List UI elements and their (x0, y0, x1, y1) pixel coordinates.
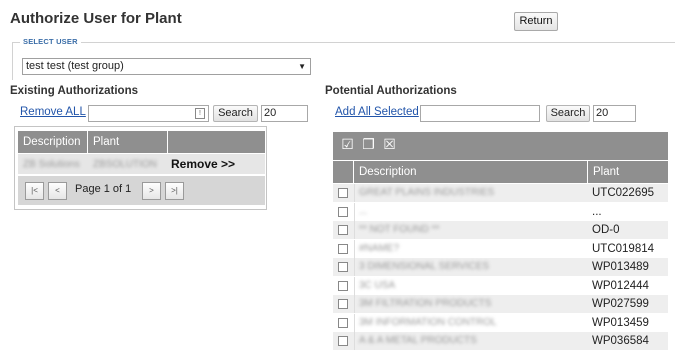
column-divider (354, 332, 355, 350)
potential-grid-header: Description Plant (333, 161, 668, 183)
row-checkbox[interactable] (338, 299, 348, 309)
potential-search-input[interactable] (420, 105, 540, 122)
select-all-icon[interactable]: ☑ (339, 136, 356, 153)
select-page-icon[interactable]: ❐ (360, 136, 377, 153)
row-description: 3 DIMENSIONAL SERVICES (359, 261, 490, 272)
remove-button[interactable]: Remove >> (171, 157, 235, 171)
column-divider (354, 313, 355, 332)
row-plant: WP036584 (592, 335, 649, 347)
dropdown-arrow-icon: ▼ (298, 62, 306, 71)
row-description: A & A METAL PRODUCTS (359, 335, 477, 346)
existing-row-plant: ZBSOLUTION (93, 159, 157, 170)
deselect-icon[interactable]: ☒ (381, 136, 398, 153)
row-description: 3C USA (359, 279, 396, 291)
potential-page-size-input[interactable]: 20 (593, 105, 636, 122)
existing-grid-header: Description Plant (18, 131, 265, 153)
next-page-button[interactable]: > (142, 182, 161, 200)
potential-authorizations-title: Potential Authorizations (325, 85, 457, 97)
row-checkbox[interactable] (338, 336, 348, 346)
existing-col-plant[interactable]: Plant (88, 131, 168, 153)
last-page-button[interactable]: >| (165, 182, 184, 200)
select-user-legend: SELECT USER (20, 37, 81, 46)
existing-col-description[interactable]: Description (18, 131, 88, 153)
row-checkbox[interactable] (338, 243, 348, 254)
row-description: 3M INFORMATION CONTROL (359, 316, 497, 328)
row-plant: WP012444 (592, 279, 649, 292)
row-plant: UTC022695 (592, 187, 655, 199)
column-divider (354, 258, 355, 276)
row-description: 3M FILTRATION PRODUCTS (359, 298, 492, 309)
column-divider (354, 276, 355, 295)
row-checkbox[interactable] (338, 206, 348, 217)
prev-page-button[interactable]: < (48, 182, 67, 200)
column-divider (354, 239, 355, 258)
row-checkbox[interactable] (338, 188, 348, 198)
table-row[interactable]: 3M FILTRATION PRODUCTS WP027599 (333, 295, 668, 313)
table-row[interactable]: 3 DIMENSIONAL SERVICES WP013489 (333, 258, 668, 276)
first-page-button[interactable]: |< (25, 182, 44, 200)
return-button[interactable]: Return (514, 12, 558, 31)
potential-search-button[interactable]: Search (546, 105, 590, 122)
row-checkbox[interactable] (338, 317, 348, 328)
table-row[interactable]: ...... (333, 202, 668, 221)
page-title: Authorize User for Plant (10, 10, 182, 27)
row-plant: WP013489 (592, 261, 649, 273)
table-row[interactable]: #NAME? UTC019814 (333, 239, 668, 258)
add-all-selected-link[interactable]: Add All Selected (335, 106, 419, 118)
table-row[interactable]: GREAT PLAINS INDUSTRIES UTC022695 (333, 184, 668, 202)
column-divider (354, 184, 355, 202)
row-checkbox[interactable] (338, 262, 348, 272)
existing-page-size-input[interactable]: 20 (261, 105, 308, 122)
row-description: #NAME? (359, 242, 400, 254)
existing-authorizations-title: Existing Authorizations (10, 85, 138, 97)
row-checkbox[interactable] (338, 280, 348, 291)
table-row[interactable]: A & A METAL PRODUCTS WP036584 (333, 332, 668, 350)
row-checkbox[interactable] (338, 225, 348, 235)
row-plant: WP013459 (592, 316, 649, 329)
column-divider (354, 221, 355, 239)
remove-all-link[interactable]: Remove ALL (20, 106, 86, 118)
existing-search-input[interactable]: ! (88, 105, 209, 122)
select-user-dropdown[interactable]: test test (test group) ▼ (22, 58, 311, 75)
table-row[interactable]: 3M INFORMATION CONTROL WP013459 (333, 313, 668, 332)
potential-col-plant[interactable]: Plant (588, 161, 668, 183)
row-plant: ... (592, 205, 602, 218)
select-user-value: test test (test group) (26, 60, 124, 72)
input-clear-icon[interactable]: ! (195, 108, 205, 119)
row-plant: UTC019814 (592, 242, 655, 255)
pager-status: Page 1 of 1 (75, 183, 132, 195)
column-divider (354, 202, 355, 221)
existing-row-description: ZB Solutions (23, 159, 80, 170)
column-divider (354, 295, 355, 313)
potential-col-select (333, 161, 354, 183)
potential-col-description[interactable]: Description (354, 161, 588, 183)
existing-search-button[interactable]: Search (213, 105, 258, 122)
row-plant: WP027599 (592, 298, 649, 310)
row-description: ** NOT FOUND ** (359, 224, 440, 235)
table-row[interactable]: 3C USA WP012444 (333, 276, 668, 295)
table-row[interactable]: ** NOT FOUND ** OD-0 (333, 221, 668, 239)
row-description: GREAT PLAINS INDUSTRIES (359, 187, 495, 198)
row-description: ... (359, 205, 368, 217)
row-plant: OD-0 (592, 224, 620, 236)
